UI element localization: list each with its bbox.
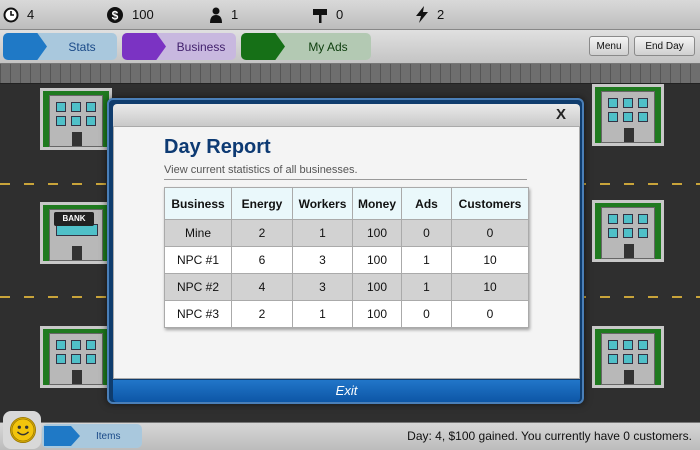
clock-icon [3,7,19,22]
cell-ads: 1 [401,273,452,301]
page-subtitle: View current statistics of all businesse… [164,164,358,176]
person-icon [210,7,222,23]
building-lot[interactable] [592,200,664,262]
divider [164,179,527,180]
tab-bar: Stats Business My Ads Menu End Day [0,30,700,64]
cell-workers: 1 [292,300,353,328]
col-header-business: Business [164,187,232,220]
energy-counter: 2 [415,6,515,23]
cell-workers: 3 [292,273,353,301]
office-building [601,207,655,259]
tab-items[interactable]: Items [42,424,142,448]
cell-ads: 1 [401,246,452,274]
tab-business[interactable]: Business [122,33,236,60]
cell-money: 100 [352,300,402,328]
office-building [49,95,103,147]
office-building [49,333,103,385]
days-value: 4 [27,7,35,22]
money-value: 100 [132,7,154,22]
resource-bar: 4 $ 100 1 0 2 [0,0,700,30]
stats-table: Business Energy Workers Money Ads Custom… [164,187,529,328]
cell-ads: 0 [401,300,452,328]
close-button[interactable]: X [548,106,574,124]
signpost-icon [313,8,327,23]
cell-business: NPC #1 [164,246,232,274]
cell-ads: 0 [401,219,452,247]
table-header-row: Business Energy Workers Money Ads Custom… [164,187,529,220]
building-lot[interactable] [40,88,112,150]
ads-value: 0 [336,7,344,22]
office-building [601,333,655,385]
cell-money: 100 [352,273,402,301]
tab-my-ads-label: My Ads [308,39,348,54]
tab-my-ads[interactable]: My Ads [241,33,371,60]
ads-counter: 0 [312,7,412,23]
cell-customers: 0 [451,300,529,328]
status-message: Day: 4, $100 gained. You currently have … [407,429,692,443]
dialog-body: Day Report View current statistics of al… [113,126,580,379]
cell-workers: 3 [292,246,353,274]
game-screen: 4 $ 100 1 0 2 Stats Business My Ads Menu… [0,0,700,450]
items-flag-icon [44,426,80,446]
col-header-money: Money [352,187,402,220]
days-counter: 4 [3,7,103,23]
cell-energy: 2 [231,300,293,328]
cell-business: NPC #2 [164,273,232,301]
tab-business-label: Business [176,39,226,54]
col-header-ads: Ads [401,187,452,220]
workers-counter: 1 [209,7,309,23]
dollar-icon: $ [107,6,123,23]
day-report-dialog: X Day Report View current statistics of … [107,98,584,404]
money-counter: $ 100 [106,6,206,24]
workers-value: 1 [231,7,239,22]
cell-energy: 2 [231,219,293,247]
table-row: NPC #2 4 3 100 1 10 [164,273,529,301]
cell-business: NPC #3 [164,300,232,328]
bank-sign: BANK [54,212,94,226]
mood-indicator[interactable] [3,411,41,449]
table-row: NPC #3 2 1 100 0 0 [164,300,529,328]
svg-text:$: $ [112,8,119,22]
end-day-button[interactable]: End Day [634,36,695,56]
cell-money: 100 [352,246,402,274]
page-title: Day Report [164,136,271,158]
bottom-bar: Items Day: 4, $100 gained. You currently… [0,411,700,450]
col-header-energy: Energy [231,187,293,220]
office-building [601,91,655,143]
building-lot[interactable] [592,326,664,388]
my-ads-flag-icon [241,33,285,60]
cell-business: Mine [164,219,232,247]
tab-stats[interactable]: Stats [3,33,117,60]
business-flag-icon [122,33,166,60]
brick-wall [0,64,700,84]
tab-stats-label: Stats [68,39,96,54]
col-header-customers: Customers [451,187,529,220]
tab-items-label: Items [96,430,121,442]
cell-customers: 10 [451,246,529,274]
lightning-icon [416,6,428,23]
table-row: Mine 2 1 100 0 0 [164,219,529,247]
table-row: NPC #1 6 3 100 1 10 [164,246,529,274]
building-lot[interactable] [592,84,664,146]
menu-button[interactable]: Menu [589,36,629,56]
energy-value: 2 [437,7,445,22]
exit-button[interactable]: Exit [113,380,580,402]
cell-customers: 0 [451,219,529,247]
cell-workers: 1 [292,219,353,247]
cell-money: 100 [352,219,402,247]
smiley-face-icon [10,417,36,443]
stats-flag-icon [3,33,47,60]
building-lot[interactable] [40,326,112,388]
col-header-workers: Workers [292,187,353,220]
cell-energy: 4 [231,273,293,301]
cell-customers: 10 [451,273,529,301]
dialog-titlebar: X [113,104,580,126]
cell-energy: 6 [231,246,293,274]
